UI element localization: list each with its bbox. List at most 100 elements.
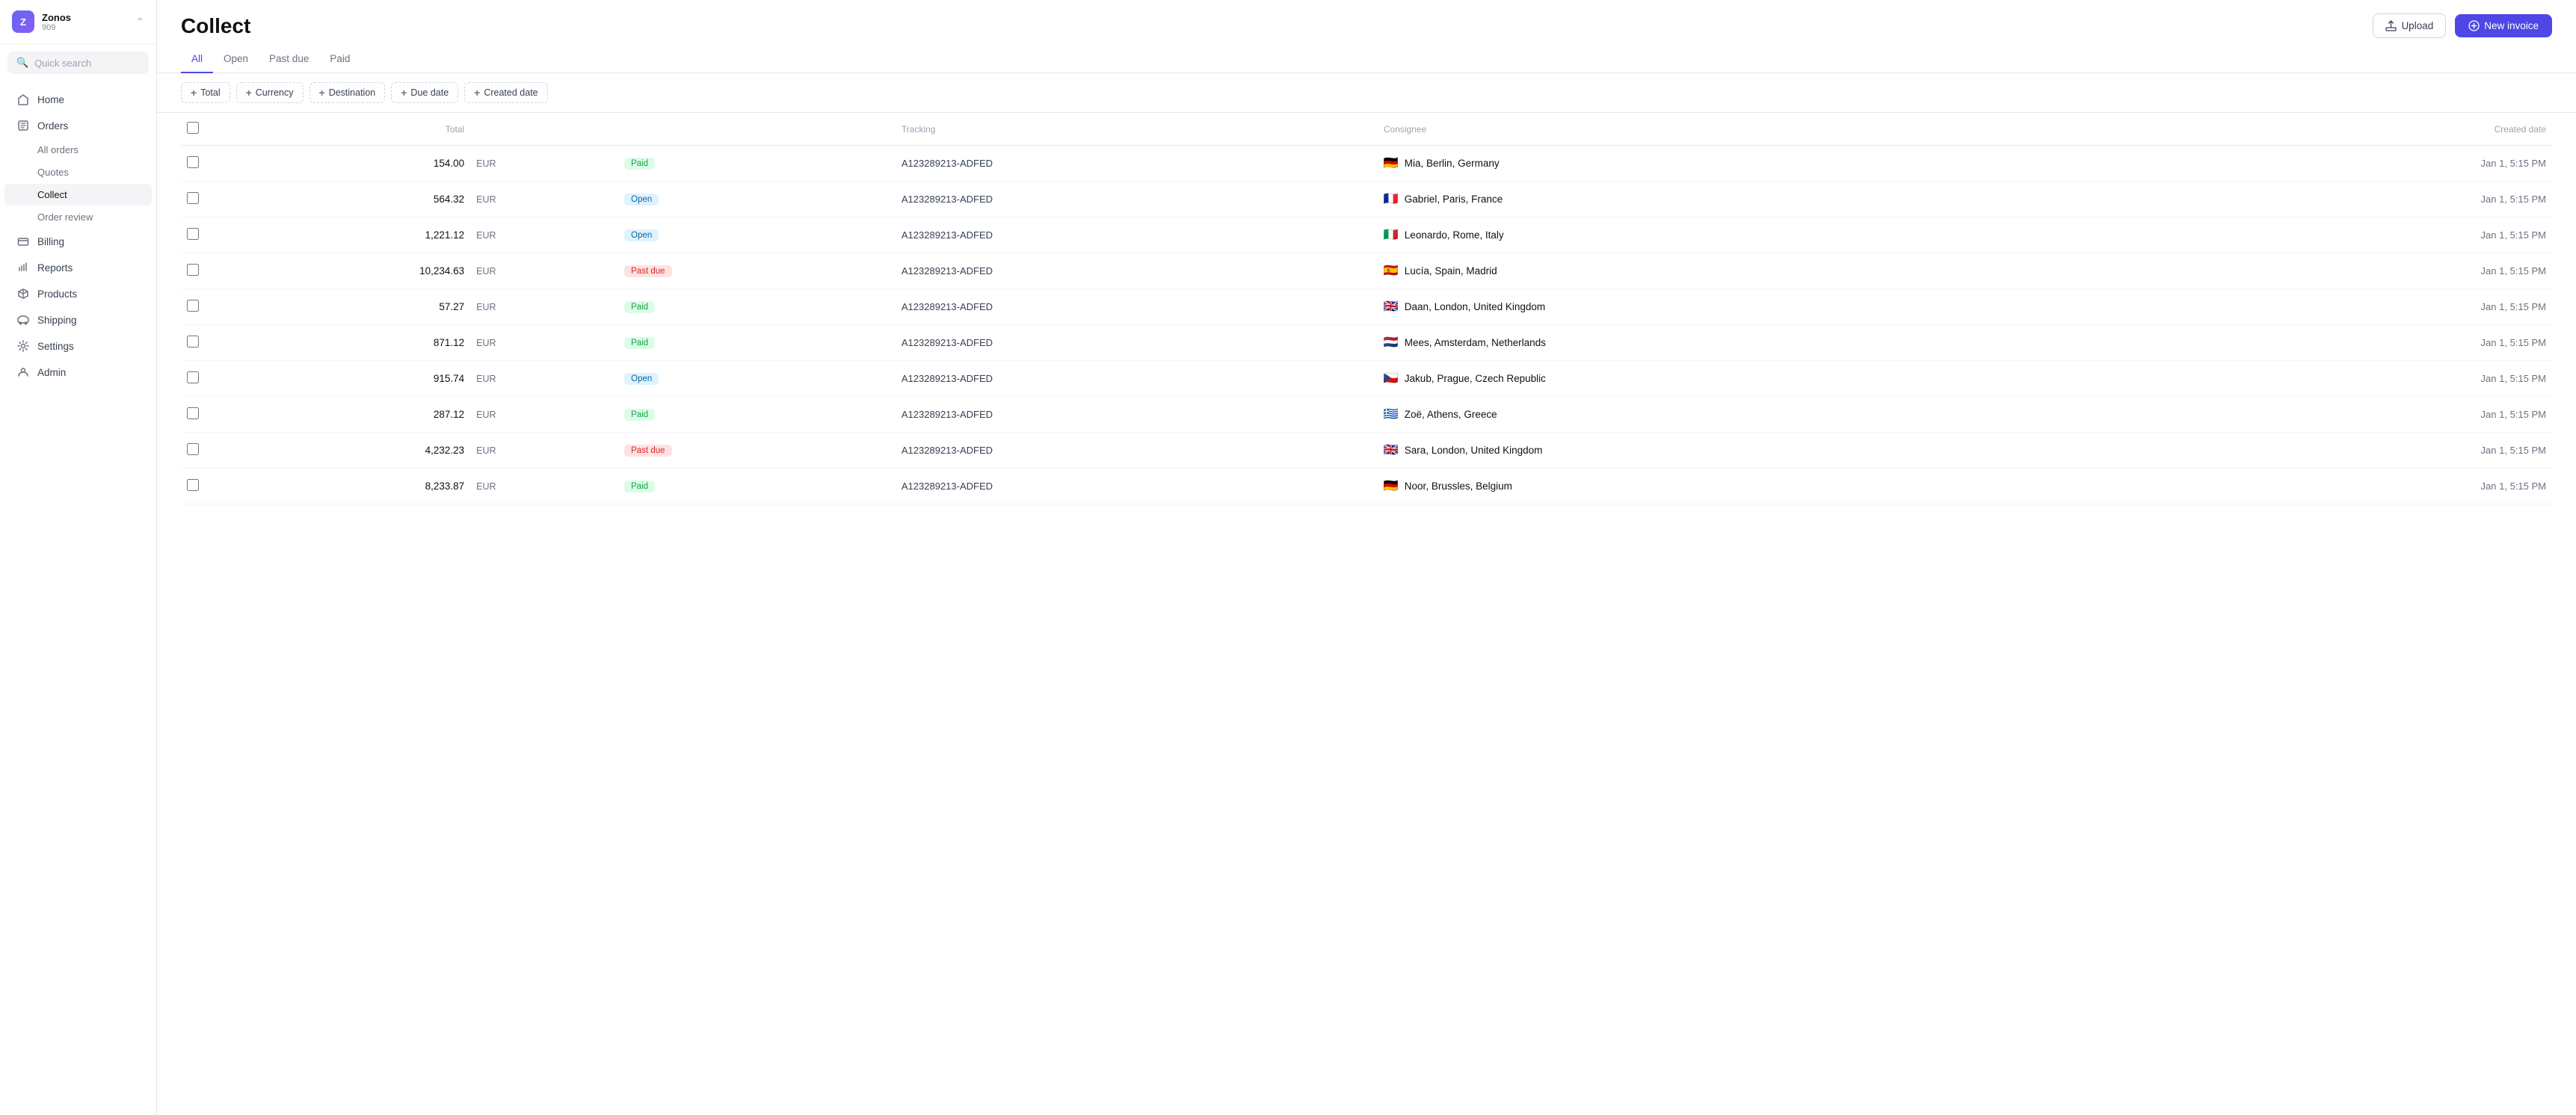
- filter-created-date[interactable]: + Created date: [464, 82, 547, 103]
- filter-currency[interactable]: + Currency: [236, 82, 303, 103]
- search-icon: 🔍: [16, 57, 28, 69]
- row-checkbox[interactable]: [187, 264, 199, 276]
- sidebar-item-order-review[interactable]: Order review: [4, 206, 152, 228]
- org-header[interactable]: Z Zonos 909 ⌃: [0, 0, 156, 44]
- sidebar-item-label-billing: Billing: [37, 236, 64, 247]
- row-status: Paid: [618, 397, 896, 433]
- row-checkbox[interactable]: [187, 443, 199, 455]
- tab-open[interactable]: Open: [213, 46, 259, 73]
- row-tracking: A123289213-ADFED: [896, 182, 1378, 217]
- table-row[interactable]: 10,234.63 EUR Past due A123289213-ADFED …: [181, 253, 2552, 289]
- filter-due-date[interactable]: + Due date: [391, 82, 458, 103]
- table-row[interactable]: 564.32 EUR Open A123289213-ADFED 🇫🇷 Gabr…: [181, 182, 2552, 217]
- sidebar-item-home[interactable]: Home: [4, 87, 152, 112]
- table-row[interactable]: 915.74 EUR Open A123289213-ADFED 🇨🇿 Jaku…: [181, 361, 2552, 397]
- row-total: 915.74: [205, 361, 470, 397]
- shipping-icon: [16, 313, 30, 327]
- row-checkbox[interactable]: [187, 336, 199, 348]
- row-checkbox[interactable]: [187, 228, 199, 240]
- row-total: 287.12: [205, 397, 470, 433]
- table-row[interactable]: 154.00 EUR Paid A123289213-ADFED 🇩🇪 Mia,…: [181, 146, 2552, 182]
- row-status: Past due: [618, 253, 896, 289]
- status-badge: Open: [624, 194, 659, 206]
- sidebar-item-billing[interactable]: Billing: [4, 229, 152, 254]
- row-checkbox[interactable]: [187, 407, 199, 419]
- new-invoice-button[interactable]: New invoice: [2455, 14, 2552, 37]
- org-info: Zonos 909: [42, 12, 128, 32]
- row-tracking: A123289213-ADFED: [896, 361, 1378, 397]
- row-tracking: A123289213-ADFED: [896, 469, 1378, 504]
- sidebar-item-products[interactable]: Products: [4, 281, 152, 306]
- sidebar-item-collect[interactable]: Collect: [4, 184, 152, 206]
- row-total: 8,233.87: [205, 469, 470, 504]
- row-total: 154.00: [205, 146, 470, 182]
- flag-icon: 🇪🇸: [1384, 265, 1399, 277]
- row-checkbox-cell: [181, 361, 205, 397]
- row-status: Open: [618, 361, 896, 397]
- row-created-date: Jan 1, 5:15 PM: [2191, 253, 2552, 289]
- row-tracking: A123289213-ADFED: [896, 325, 1378, 361]
- row-status: Open: [618, 217, 896, 253]
- settings-icon: [16, 339, 30, 353]
- row-checkbox[interactable]: [187, 192, 199, 204]
- table-row[interactable]: 8,233.87 EUR Paid A123289213-ADFED 🇩🇪 No…: [181, 469, 2552, 504]
- table-body: 154.00 EUR Paid A123289213-ADFED 🇩🇪 Mia,…: [181, 146, 2552, 504]
- flag-icon: 🇬🇧: [1384, 445, 1399, 457]
- filters-bar: + Total + Currency + Destination + Due d…: [157, 73, 2576, 113]
- billing-icon: [16, 235, 30, 248]
- main-content: Collect Upload New invoice All Open Past…: [157, 0, 2576, 1115]
- flag-icon: 🇬🇷: [1384, 409, 1399, 421]
- select-all-checkbox[interactable]: [187, 122, 199, 134]
- sidebar-item-reports[interactable]: Reports: [4, 255, 152, 280]
- table-row[interactable]: 1,221.12 EUR Open A123289213-ADFED 🇮🇹 Le…: [181, 217, 2552, 253]
- sidebar-item-quotes[interactable]: Quotes: [4, 161, 152, 183]
- row-checkbox[interactable]: [187, 300, 199, 312]
- sidebar-item-shipping[interactable]: Shipping: [4, 307, 152, 333]
- row-tracking: A123289213-ADFED: [896, 397, 1378, 433]
- consignee-name: Zoë, Athens, Greece: [1405, 409, 1497, 420]
- quick-search[interactable]: 🔍 Quick search: [7, 52, 149, 74]
- tab-past-due[interactable]: Past due: [259, 46, 319, 73]
- upload-button[interactable]: Upload: [2373, 13, 2446, 38]
- consignee-name: Gabriel, Paris, France: [1405, 194, 1503, 205]
- row-consignee: 🇬🇧 Sara, London, United Kingdom: [1378, 433, 2191, 469]
- tab-paid[interactable]: Paid: [319, 46, 360, 73]
- row-checkbox-cell: [181, 469, 205, 504]
- row-checkbox[interactable]: [187, 371, 199, 383]
- row-currency: EUR: [470, 182, 618, 217]
- row-checkbox-cell: [181, 182, 205, 217]
- row-checkbox[interactable]: [187, 156, 199, 168]
- filter-total[interactable]: + Total: [181, 82, 230, 103]
- status-badge: Paid: [624, 481, 655, 492]
- row-total: 1,221.12: [205, 217, 470, 253]
- consignee-name: Lucía, Spain, Madrid: [1405, 265, 1497, 277]
- filter-plus-icon: +: [474, 87, 480, 99]
- tab-all[interactable]: All: [181, 46, 213, 73]
- consignee-cell: 🇩🇪 Mia, Berlin, Germany: [1384, 158, 2185, 170]
- upload-icon: [2385, 20, 2397, 31]
- col-header-status: [618, 113, 896, 146]
- sidebar-item-all-orders[interactable]: All orders: [4, 139, 152, 161]
- row-currency: EUR: [470, 289, 618, 325]
- chevron-icon: ⌃: [135, 16, 144, 28]
- row-created-date: Jan 1, 5:15 PM: [2191, 217, 2552, 253]
- table-row[interactable]: 871.12 EUR Paid A123289213-ADFED 🇳🇱 Mees…: [181, 325, 2552, 361]
- row-total: 4,232.23: [205, 433, 470, 469]
- sidebar-item-label-admin: Admin: [37, 367, 66, 378]
- filter-plus-icon: +: [246, 87, 252, 99]
- consignee-name: Noor, Brussles, Belgium: [1405, 481, 1512, 492]
- filter-destination[interactable]: + Destination: [309, 82, 386, 103]
- sidebar-item-admin[interactable]: Admin: [4, 359, 152, 385]
- table-header-row: Total Tracking Consignee Created date: [181, 113, 2552, 146]
- consignee-cell: 🇬🇷 Zoë, Athens, Greece: [1384, 409, 2185, 421]
- table-row[interactable]: 287.12 EUR Paid A123289213-ADFED 🇬🇷 Zoë,…: [181, 397, 2552, 433]
- row-checkbox-cell: [181, 289, 205, 325]
- consignee-cell: 🇬🇧 Daan, London, United Kingdom: [1384, 301, 2185, 313]
- col-header-consignee: Consignee: [1378, 113, 2191, 146]
- sidebar-item-orders[interactable]: Orders: [4, 113, 152, 138]
- table-row[interactable]: 4,232.23 EUR Past due A123289213-ADFED 🇬…: [181, 433, 2552, 469]
- plus-circle-icon: [2468, 20, 2480, 31]
- sidebar-item-settings[interactable]: Settings: [4, 333, 152, 359]
- table-row[interactable]: 57.27 EUR Paid A123289213-ADFED 🇬🇧 Daan,…: [181, 289, 2552, 325]
- row-checkbox[interactable]: [187, 479, 199, 491]
